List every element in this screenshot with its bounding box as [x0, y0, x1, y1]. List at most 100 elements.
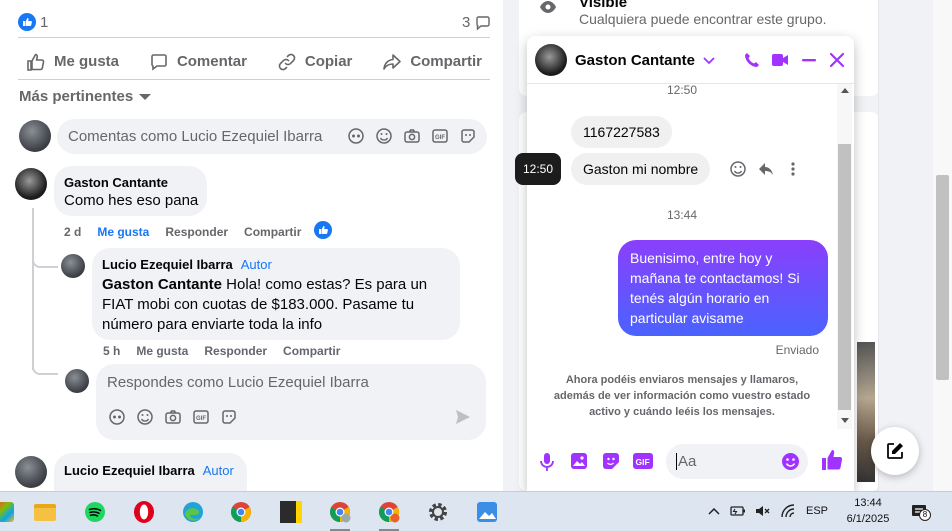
avatar[interactable] [15, 456, 47, 488]
message-status: Enviado [775, 343, 819, 357]
avatar[interactable] [65, 369, 89, 393]
edge-icon[interactable] [179, 498, 207, 526]
clock[interactable]: 13:44 6/1/2025 [838, 495, 898, 527]
camera-icon[interactable] [403, 127, 421, 145]
visibility-title: Visible [579, 0, 628, 11]
comment-like-link[interactable]: Me gusta [136, 344, 188, 358]
sort-label: Más pertinentes [19, 88, 134, 105]
app-icon-partial[interactable] [0, 498, 20, 526]
avatar[interactable] [19, 120, 51, 152]
scroll-up-icon[interactable] [841, 88, 849, 93]
wifi-icon[interactable] [780, 503, 796, 519]
page-scrollbar[interactable] [933, 0, 952, 491]
sticky-notes-icon[interactable] [277, 498, 305, 526]
like-button[interactable]: Me gusta [18, 44, 127, 79]
comment-reply-link[interactable]: Responder [204, 344, 267, 358]
avatar-sticker-icon[interactable] [108, 408, 126, 426]
contact-menu[interactable]: Gaston Cantante [575, 52, 715, 69]
chrome-profile-icon[interactable] [326, 498, 354, 531]
emoji-icon[interactable] [136, 408, 154, 426]
avatar-sticker-icon[interactable] [347, 127, 365, 145]
comment-author[interactable]: Gaston Cantante [64, 175, 168, 190]
reply-input[interactable]: Respondes como Lucio Ezequiel Ibarra GIF [96, 364, 486, 440]
avatar[interactable] [535, 44, 567, 76]
speaker-muted-icon[interactable] [754, 503, 770, 519]
avatar[interactable] [61, 254, 85, 278]
gif-icon[interactable]: GIF [192, 408, 210, 426]
message-in[interactable]: 1167227583 [571, 116, 672, 148]
sort-dropdown[interactable]: Más pertinentes [19, 88, 152, 105]
sticker-icon[interactable] [220, 408, 238, 426]
chevron-up-icon[interactable] [708, 506, 720, 516]
photos-icon[interactable] [473, 498, 501, 526]
share-button[interactable]: Compartir [374, 44, 490, 79]
microphone-icon[interactable] [539, 452, 555, 472]
contact-name: Gaston Cantante [575, 52, 696, 69]
video-call-icon[interactable] [771, 52, 789, 68]
comment-mention[interactable]: Gaston Cantante [102, 276, 222, 293]
close-icon[interactable] [828, 51, 846, 69]
emoji-icon[interactable] [375, 127, 393, 145]
chevron-down-icon [703, 56, 715, 64]
scroll-down-icon[interactable] [841, 418, 849, 423]
comment-button[interactable]: Comentar [141, 44, 255, 79]
phone-icon[interactable] [743, 51, 761, 69]
file-explorer-icon[interactable] [31, 498, 59, 526]
reply-icon[interactable] [757, 160, 775, 178]
taskbar: ESP 13:44 6/1/2025 8 [0, 491, 952, 531]
message-out[interactable]: Buenisimo, entre hoy y mañana te contact… [618, 240, 828, 336]
message-input[interactable]: Aa [666, 444, 808, 479]
sticker-icon[interactable] [459, 127, 477, 145]
like-reaction-icon[interactable] [314, 221, 332, 239]
react-icon[interactable] [729, 160, 747, 178]
svg-text:GIF: GIF [435, 135, 445, 141]
minimize-icon[interactable] [800, 52, 818, 68]
send-icon[interactable] [454, 408, 472, 426]
opera-icon[interactable] [130, 498, 158, 526]
visibility-desc: Cualquiera puede encontrar este grupo. [579, 11, 827, 27]
page-scroll-thumb[interactable] [936, 175, 949, 380]
sticker-icon[interactable] [601, 451, 621, 471]
comment-like-link[interactable]: Me gusta [97, 225, 149, 239]
gif-icon[interactable]: GIF [632, 451, 654, 471]
comment-time[interactable]: 5 h [103, 344, 120, 358]
notification-center[interactable]: 8 [911, 503, 931, 521]
spotify-icon[interactable] [81, 498, 109, 526]
svg-text:GIF: GIF [196, 416, 206, 422]
share-arrow-icon [383, 53, 402, 70]
chat-scroll-thumb[interactable] [838, 144, 851, 410]
chat-scrollbar[interactable] [837, 84, 852, 429]
comment-author[interactable]: Lucio Ezequiel Ibarra [64, 463, 195, 478]
share-label: Compartir [410, 53, 482, 70]
thumbs-up-send-icon[interactable] [821, 449, 843, 471]
settings-gear-icon[interactable] [424, 498, 452, 526]
chat-header: Gaston Cantante [527, 36, 854, 84]
comment-share-link[interactable]: Compartir [283, 344, 340, 358]
comment-time[interactable]: 2 d [64, 225, 81, 239]
message-in[interactable]: Gaston mi nombre [571, 153, 711, 185]
comment-author[interactable]: Lucio Ezequiel Ibarra [102, 257, 233, 272]
comment-count[interactable]: 3 [462, 14, 470, 31]
like-reaction-icon[interactable] [18, 13, 36, 31]
comment-meta: 2 d Me gusta Responder Compartir [64, 225, 301, 239]
divider [878, 0, 879, 491]
comment-header: Lucio Ezequiel Ibarra Autor [102, 257, 272, 272]
comment-input[interactable]: Comentas como Lucio Ezequiel Ibarra GIF [57, 119, 487, 154]
language-indicator[interactable]: ESP [806, 505, 828, 517]
comment-reply-link[interactable]: Responder [165, 225, 228, 239]
more-options-icon[interactable] [789, 160, 797, 178]
copy-button[interactable]: Copiar [269, 44, 361, 79]
chrome-profile-icon[interactable] [375, 498, 403, 531]
gif-icon[interactable]: GIF [431, 127, 449, 145]
thread-line [32, 208, 34, 370]
thread-branch [32, 367, 58, 375]
camera-icon[interactable] [164, 408, 182, 426]
new-message-button[interactable] [871, 427, 919, 475]
avatar[interactable] [15, 168, 47, 200]
like-count[interactable]: 1 [40, 14, 48, 31]
battery-plug-icon[interactable] [730, 503, 746, 519]
image-icon[interactable] [569, 451, 589, 471]
chrome-icon[interactable] [227, 498, 255, 526]
emoji-icon[interactable] [781, 452, 800, 471]
comment-share-link[interactable]: Compartir [244, 225, 301, 239]
